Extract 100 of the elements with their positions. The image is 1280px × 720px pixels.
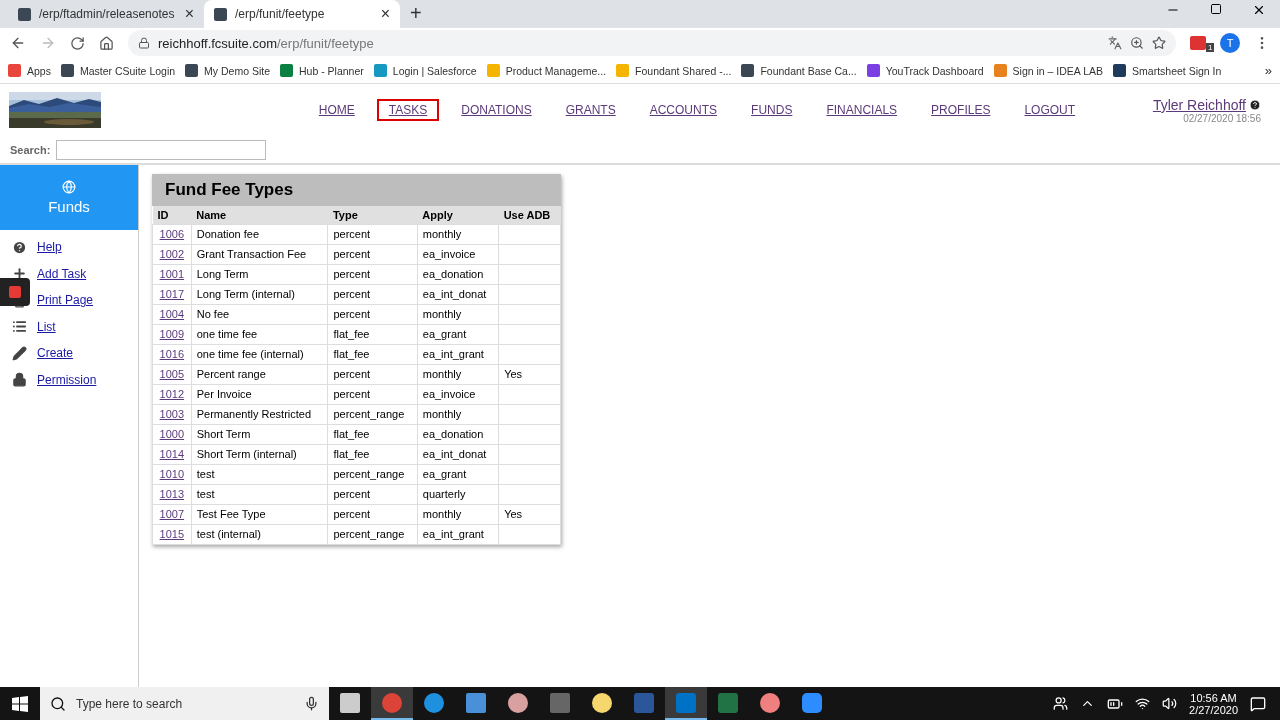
close-button[interactable]: × <box>380 5 390 23</box>
help-icon[interactable] <box>1249 98 1261 111</box>
section-title: Funds <box>48 198 90 215</box>
tab-title: /erp/ftadmin/releasenotes <box>39 7 176 21</box>
translate-icon[interactable] <box>1108 36 1122 50</box>
notifications-icon[interactable] <box>1250 695 1266 712</box>
sidebar-link[interactable]: Create <box>37 346 74 361</box>
sidebar-link[interactable]: List <box>37 319 56 334</box>
sidebar-link[interactable]: Help <box>37 240 62 255</box>
people-icon[interactable] <box>1053 696 1069 711</box>
clock-date: 2/27/2020 <box>1189 703 1238 716</box>
bookmark[interactable]: YouTrack Dashboard <box>866 64 984 77</box>
table-cell: test (internal) <box>191 524 328 544</box>
table-cell: ea_grant <box>417 464 499 484</box>
globe-icon <box>62 180 76 194</box>
table-cell: Long Term (internal) <box>191 284 328 304</box>
bookmark-icon <box>1113 64 1127 77</box>
sidebar-link[interactable]: Permission <box>37 372 97 387</box>
nav-link[interactable]: ACCOUNTS <box>637 99 730 121</box>
maximize-icon[interactable] <box>1210 3 1222 15</box>
address-bar[interactable]: reichhoff.fcsuite.com/erp/funit/feetype <box>128 30 1176 56</box>
table-cell: ea_int_donat <box>417 284 499 304</box>
table-cell: percent <box>327 384 418 404</box>
wifi-icon[interactable] <box>1135 696 1151 711</box>
floating-widget[interactable] <box>0 278 30 306</box>
column-header: Apply <box>417 206 499 224</box>
more-bookmarks-button[interactable]: » <box>1264 63 1272 78</box>
close-button[interactable]: × <box>184 5 194 23</box>
table-cell: Permanently Restricted <box>191 404 328 424</box>
tab-title: /erp/funit/feetype <box>235 7 326 21</box>
sidebar-link[interactable]: Add Task <box>37 266 87 281</box>
bookmark-label: Smartsheet Sign In <box>1132 64 1222 77</box>
table-title: Fund Fee Types <box>152 174 561 206</box>
column-header: Use ADB <box>498 206 561 224</box>
bookmark[interactable]: Foundant Shared -... <box>616 64 732 77</box>
bookmark[interactable]: Foundant Base Ca... <box>741 64 857 77</box>
bookmark-label: Apps <box>27 64 51 77</box>
nav-link[interactable]: FUNDS <box>739 99 805 121</box>
nav-link[interactable]: HOME <box>306 99 367 121</box>
bookmark-icon <box>60 64 74 77</box>
new-tab-button[interactable]: + <box>410 2 422 25</box>
table-cell: test <box>191 464 328 484</box>
help-icon <box>12 239 27 255</box>
search-field[interactable] <box>56 139 267 160</box>
clock[interactable]: 10:56 AM 2/27/2020 <box>1189 691 1238 716</box>
bookmark-icon <box>741 64 755 77</box>
table-cell: one time fee (internal) <box>191 344 328 364</box>
microphone-icon[interactable] <box>304 696 319 711</box>
app-icon <box>676 692 696 713</box>
taskbar-app[interactable] <box>665 687 707 720</box>
table-cell: ea_int_grant <box>417 344 499 364</box>
bookmark[interactable]: Hub - Planner <box>280 64 364 77</box>
browser-tab[interactable]: /erp/ftadmin/releasenotes × <box>8 0 204 28</box>
nav-link[interactable]: DONATIONS <box>449 99 544 121</box>
bookmark-label: Hub - Planner <box>299 64 364 77</box>
app-icon <box>550 692 570 713</box>
app-icon <box>718 692 738 713</box>
site-icon <box>18 7 31 21</box>
bookmark[interactable]: Product Manageme... <box>486 64 607 77</box>
nav-link[interactable]: LOGOUT <box>1012 99 1088 121</box>
nav-link[interactable]: TASKS <box>376 99 440 121</box>
table-cell: percent <box>327 304 418 324</box>
reload-icon[interactable] <box>70 35 85 51</box>
bookmark-icon <box>486 64 500 77</box>
column-header: Type <box>327 206 418 224</box>
pencil-icon <box>12 345 27 361</box>
table-cell: monthly <box>417 404 499 424</box>
bookmark-label: Foundant Shared -... <box>635 64 732 77</box>
nav-link[interactable]: PROFILES <box>919 99 1003 121</box>
zoom-icon[interactable] <box>1130 36 1144 50</box>
table-cell: percent <box>327 364 418 384</box>
sidebar-link[interactable]: Print Page <box>37 293 94 308</box>
volume-icon[interactable] <box>1162 696 1178 711</box>
table-cell: percent_range <box>327 404 418 424</box>
bookmark[interactable]: Login | Salesforce <box>373 64 477 77</box>
taskbar-search[interactable]: Type here to search <box>40 687 329 720</box>
table-cell: Percent range <box>191 364 328 384</box>
close-icon[interactable] <box>1252 3 1266 17</box>
bookmark-icon <box>185 64 199 77</box>
table-cell: monthly <box>417 224 499 244</box>
table-cell <box>498 304 561 324</box>
nav-link[interactable]: FINANCIALS <box>814 99 910 121</box>
table-cell <box>498 344 561 364</box>
extension-badge: 1 <box>1206 43 1215 52</box>
bookmark[interactable]: My Demo Site <box>185 64 270 77</box>
bookmark-label: Master CSuite Login <box>79 64 176 77</box>
back-icon[interactable] <box>10 35 26 51</box>
nav-link[interactable]: GRANTS <box>553 99 628 121</box>
taskbar-app[interactable] <box>371 687 413 720</box>
star-icon[interactable] <box>1152 36 1166 50</box>
table-cell: percent <box>327 484 418 504</box>
browser-tab[interactable]: /erp/funit/feetype × <box>204 0 400 28</box>
table-cell: ea_int_grant <box>417 524 499 544</box>
bookmark[interactable]: Smartsheet Sign In <box>1113 64 1222 77</box>
profile-avatar[interactable]: T <box>1220 33 1240 53</box>
bookmark[interactable]: Apps <box>8 64 51 77</box>
user-link[interactable]: Tyler Reichhoff <box>1152 96 1246 113</box>
home-icon[interactable] <box>99 35 114 51</box>
bookmark[interactable]: Master CSuite Login <box>60 64 176 77</box>
bookmark[interactable]: Sign in – IDEA LAB <box>993 64 1104 77</box>
